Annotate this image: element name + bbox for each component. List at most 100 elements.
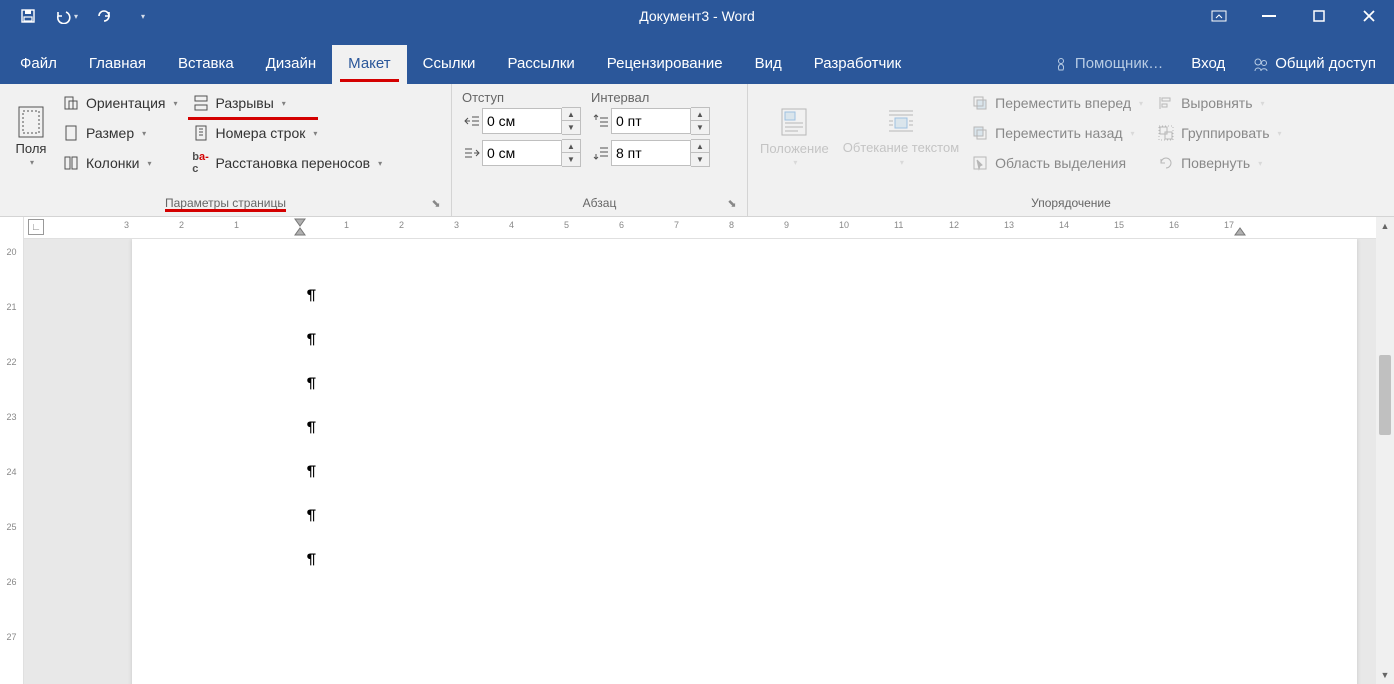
paragraph-mark: ¶: [307, 375, 316, 393]
indent-right-down[interactable]: ▼: [562, 153, 580, 166]
group-page-setup: Поля▾ Ориентация▾ Размер▾ Колонки▾ Разры…: [0, 84, 452, 216]
indent-left-up[interactable]: ▲: [562, 108, 580, 121]
undo-button[interactable]: ▾: [48, 2, 84, 30]
bring-forward-button[interactable]: Переместить вперед▾: [967, 88, 1147, 118]
pagesetup-launcher[interactable]: ⬊: [429, 196, 443, 210]
window-controls: [1194, 0, 1394, 32]
hyphenation-button[interactable]: ba-cРасстановка переносов▾: [188, 148, 387, 178]
scroll-thumb[interactable]: [1379, 355, 1391, 435]
tab-view[interactable]: Вид: [739, 45, 798, 84]
margins-button[interactable]: Поля▾: [6, 88, 56, 184]
tab-stop-selector[interactable]: ∟: [28, 219, 44, 235]
tab-home[interactable]: Главная: [73, 45, 162, 84]
group-label-paragraph: Абзац: [583, 196, 617, 210]
save-button[interactable]: [10, 2, 46, 30]
tab-insert[interactable]: Вставка: [162, 45, 250, 84]
position-button[interactable]: Положение▾: [754, 88, 835, 184]
line-numbers-button[interactable]: Номера строк▾: [188, 118, 387, 148]
signin-button[interactable]: Вход: [1177, 45, 1239, 84]
titlebar: ▾ ▾ Документ3 - Word: [0, 0, 1394, 32]
orientation-button[interactable]: Ориентация▾: [58, 88, 182, 118]
hyphenation-icon: ba-c: [192, 154, 210, 172]
tell-me[interactable]: Помощник…: [1041, 45, 1177, 84]
tab-developer[interactable]: Разработчик: [798, 45, 917, 84]
margins-icon: [14, 105, 48, 139]
wrap-text-button[interactable]: Обтекание текстом▾: [837, 88, 965, 184]
share-button[interactable]: Общий доступ: [1239, 45, 1390, 84]
paragraph-launcher[interactable]: ⬊: [725, 196, 739, 210]
columns-button[interactable]: Колонки▾: [58, 148, 182, 178]
indent-left[interactable]: ▲▼: [462, 107, 581, 135]
document-canvas[interactable]: ¶ ¶ ¶ ¶ ¶ ¶ ¶: [24, 239, 1376, 684]
spacing-after[interactable]: ▲▼: [591, 139, 710, 167]
page[interactable]: ¶ ¶ ¶ ¶ ¶ ¶ ¶: [132, 239, 1357, 684]
spacing-before-icon: [591, 111, 611, 131]
ribbon-tabs: Файл Главная Вставка Дизайн Макет Ссылки…: [0, 32, 1394, 84]
indent-right-up[interactable]: ▲: [562, 140, 580, 153]
tab-design[interactable]: Дизайн: [250, 45, 332, 84]
window-title: Документ3 - Word: [639, 8, 755, 24]
vertical-ruler: 20 21 22 23 24 25 26 27: [0, 217, 24, 684]
spacing-before[interactable]: ▲▼: [591, 107, 710, 135]
indent-right-icon: [462, 143, 482, 163]
orientation-icon: [62, 94, 80, 112]
spacing-after-down[interactable]: ▼: [691, 153, 709, 166]
tab-layout[interactable]: Макет: [332, 45, 406, 84]
line-numbers-icon: [192, 124, 210, 142]
group-button[interactable]: Группировать▾: [1153, 118, 1285, 148]
send-backward-icon: [971, 124, 989, 142]
breaks-icon: [192, 94, 210, 112]
minimize-button[interactable]: [1244, 0, 1294, 32]
position-icon: [777, 105, 811, 139]
align-button[interactable]: Выровнять▾: [1153, 88, 1285, 118]
paragraph-mark: ¶: [307, 419, 316, 437]
indent-left-down[interactable]: ▼: [562, 121, 580, 134]
send-backward-button[interactable]: Переместить назад▾: [967, 118, 1147, 148]
horizontal-ruler[interactable]: ∟ 3 2 1 1 2 3 4 5 6 7 8 9 10 11 12 13 14…: [24, 217, 1376, 239]
size-icon: [62, 124, 80, 142]
scroll-up-button[interactable]: ▲: [1376, 217, 1394, 235]
right-indent-marker[interactable]: [1234, 218, 1246, 236]
selection-pane-icon: [971, 154, 989, 172]
spacing-after-icon: [591, 143, 611, 163]
group-arrange: Положение▾ Обтекание текстом▾ Переместит…: [748, 84, 1394, 216]
wrap-icon: [884, 105, 918, 139]
paragraph-mark: ¶: [307, 331, 316, 349]
group-paragraph: Отступ ▲▼ ▲▼ Интервал ▲▼ ▲▼ Абзац⬊: [452, 84, 748, 216]
paragraph-mark: ¶: [307, 551, 316, 569]
bring-forward-icon: [971, 94, 989, 112]
indent-label: Отступ: [462, 90, 581, 105]
selection-pane-button[interactable]: Область выделения: [967, 148, 1147, 178]
ribbon-display-button[interactable]: [1194, 0, 1244, 32]
maximize-button[interactable]: [1294, 0, 1344, 32]
columns-icon: [62, 154, 80, 172]
paragraph-mark: ¶: [307, 463, 316, 481]
ribbon: Поля▾ Ориентация▾ Размер▾ Колонки▾ Разры…: [0, 84, 1394, 217]
spacing-after-up[interactable]: ▲: [691, 140, 709, 153]
left-indent-marker[interactable]: [294, 218, 306, 236]
size-button[interactable]: Размер▾: [58, 118, 182, 148]
group-label-pagesetup: Параметры страницы: [165, 196, 286, 210]
paragraph-mark: ¶: [307, 287, 316, 305]
qat-customize[interactable]: ▾: [124, 2, 160, 30]
scroll-down-button[interactable]: ▼: [1376, 666, 1394, 684]
group-label-arrange: Упорядочение: [1031, 196, 1111, 210]
close-button[interactable]: [1344, 0, 1394, 32]
tab-references[interactable]: Ссылки: [407, 45, 492, 84]
vertical-scrollbar[interactable]: ▲ ▼: [1376, 217, 1394, 684]
redo-button[interactable]: [86, 2, 122, 30]
breaks-button[interactable]: Разрывы▾: [188, 88, 318, 118]
spacing-before-down[interactable]: ▼: [691, 121, 709, 134]
rotate-icon: [1157, 154, 1175, 172]
indent-right[interactable]: ▲▼: [462, 139, 581, 167]
quick-access-toolbar: ▾ ▾: [0, 2, 160, 30]
spacing-before-up[interactable]: ▲: [691, 108, 709, 121]
indent-left-icon: [462, 111, 482, 131]
tab-mailings[interactable]: Рассылки: [491, 45, 590, 84]
spacing-label: Интервал: [591, 90, 710, 105]
tab-file[interactable]: Файл: [4, 45, 73, 84]
group-icon: [1157, 124, 1175, 142]
tab-review[interactable]: Рецензирование: [591, 45, 739, 84]
paragraph-mark: ¶: [307, 507, 316, 525]
rotate-button[interactable]: Повернуть▾: [1153, 148, 1285, 178]
